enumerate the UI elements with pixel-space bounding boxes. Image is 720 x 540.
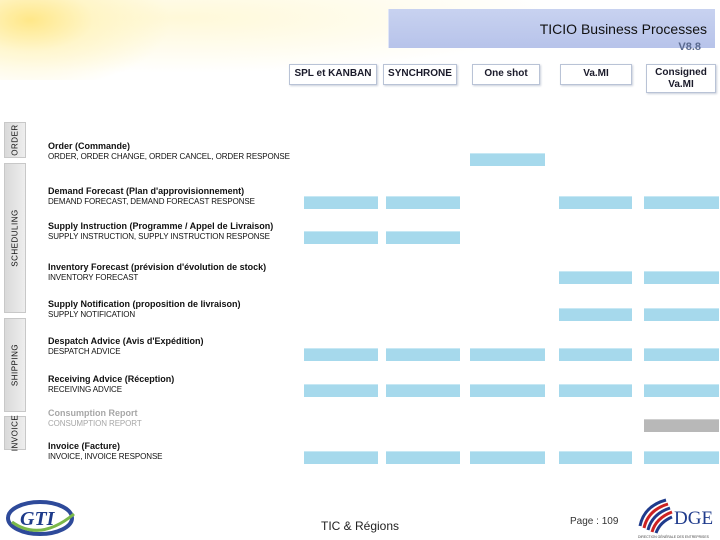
row-title: Supply Notification (proposition de livr… xyxy=(48,299,241,309)
column-header-synchrone: SYNCHRONE xyxy=(383,64,457,85)
matrix-cell xyxy=(559,271,632,284)
row-subtitle: ORDER, ORDER CHANGE, ORDER CANCEL, ORDER… xyxy=(48,152,290,161)
matrix-cell xyxy=(386,384,460,397)
row-title: Inventory Forecast (prévision d'évolutio… xyxy=(48,262,267,272)
matrix-cell xyxy=(644,348,719,361)
section-tab-invoice: INVOICE xyxy=(4,414,26,452)
title-peek: V8.8 xyxy=(678,41,701,53)
row-subtitle: RECEIVING ADVICE xyxy=(48,385,122,394)
row-subtitle: INVENTORY FORECAST xyxy=(48,273,139,282)
section-tab-order: ORDER xyxy=(4,122,26,158)
row-title: Supply Instruction (Programme / Appel de… xyxy=(48,221,274,231)
matrix-cell xyxy=(470,451,545,464)
row-title: Consumption Report xyxy=(48,408,138,418)
row-subtitle: DESPATCH ADVICE xyxy=(48,347,121,356)
section-label-order: ORDER xyxy=(10,124,20,156)
column-header-consigned-vami: Consigned Va.MI xyxy=(646,64,716,93)
section-label-scheduling: SCHEDULING xyxy=(10,209,20,267)
matrix-cell xyxy=(559,348,632,361)
matrix-cell xyxy=(644,196,719,209)
matrix-cell xyxy=(470,348,545,361)
section-label-shipping: SHIPPING xyxy=(10,343,20,387)
matrix-cell xyxy=(386,348,460,361)
matrix-cell xyxy=(470,153,545,166)
row-title: Receiving Advice (Réception) xyxy=(48,374,175,384)
section-label-invoice: INVOICE xyxy=(10,414,20,452)
matrix-cell xyxy=(386,231,460,244)
row-subtitle: INVOICE, INVOICE RESPONSE xyxy=(48,452,163,461)
row-title: Invoice (Facture) xyxy=(48,441,121,451)
row-title: Order (Commande) xyxy=(48,141,131,151)
matrix-cell xyxy=(386,196,460,209)
row-subtitle: DEMAND FORECAST, DEMAND FORECAST RESPONS… xyxy=(48,197,255,206)
matrix-cell xyxy=(470,384,545,397)
matrix-cell xyxy=(644,419,719,432)
matrix-cell xyxy=(304,384,378,397)
row-title: Despatch Advice (Avis d'Expédition) xyxy=(48,336,204,346)
matrix-cell xyxy=(304,348,378,361)
matrix-cell xyxy=(644,451,719,464)
matrix-cell xyxy=(304,451,378,464)
gti-logo: GTI xyxy=(6,500,75,536)
flag-stripes-icon xyxy=(638,498,673,534)
matrix-cell xyxy=(559,451,632,464)
matrix-cell xyxy=(304,231,378,244)
page-number: Page : 109 xyxy=(570,516,619,527)
section-tab-scheduling: SCHEDULING xyxy=(4,163,26,313)
matrix-cell xyxy=(644,384,719,397)
row-subtitle: SUPPLY NOTIFICATION xyxy=(48,310,136,319)
matrix-cell xyxy=(304,196,378,209)
row-subtitle: CONSUMPTION REPORT xyxy=(48,419,142,428)
matrix-cell xyxy=(386,451,460,464)
column-header-vami: Va.MI xyxy=(560,64,632,85)
column-header-one-shot: One shot xyxy=(472,64,540,85)
matrix-cell xyxy=(559,196,632,209)
gti-logo-text: GTI xyxy=(20,508,56,530)
matrix-cell xyxy=(559,384,632,397)
matrix-cell xyxy=(644,308,719,321)
footer-center-text: TIC & Régions xyxy=(321,519,400,533)
page-title: TICIO Business Processes xyxy=(539,21,707,37)
matrix-cell xyxy=(559,308,632,321)
title-bar: V8.8 TICIO Business Processes xyxy=(388,9,715,53)
dge-logo-text: DGE xyxy=(674,508,713,529)
column-header-spl-kanban: SPL et KANBAN xyxy=(289,64,377,85)
section-tab-shipping: SHIPPING xyxy=(4,318,26,412)
row-subtitle: SUPPLY INSTRUCTION, SUPPLY INSTRUCTION R… xyxy=(48,232,270,241)
dge-logo: DGE DIRECTION GÉNÉRALE DES ENTREPRISES xyxy=(638,498,713,539)
row-title: Demand Forecast (Plan d'approvisionnemen… xyxy=(48,186,245,196)
matrix-cell xyxy=(644,271,719,284)
dge-logo-tagline: DIRECTION GÉNÉRALE DES ENTREPRISES xyxy=(638,534,710,539)
